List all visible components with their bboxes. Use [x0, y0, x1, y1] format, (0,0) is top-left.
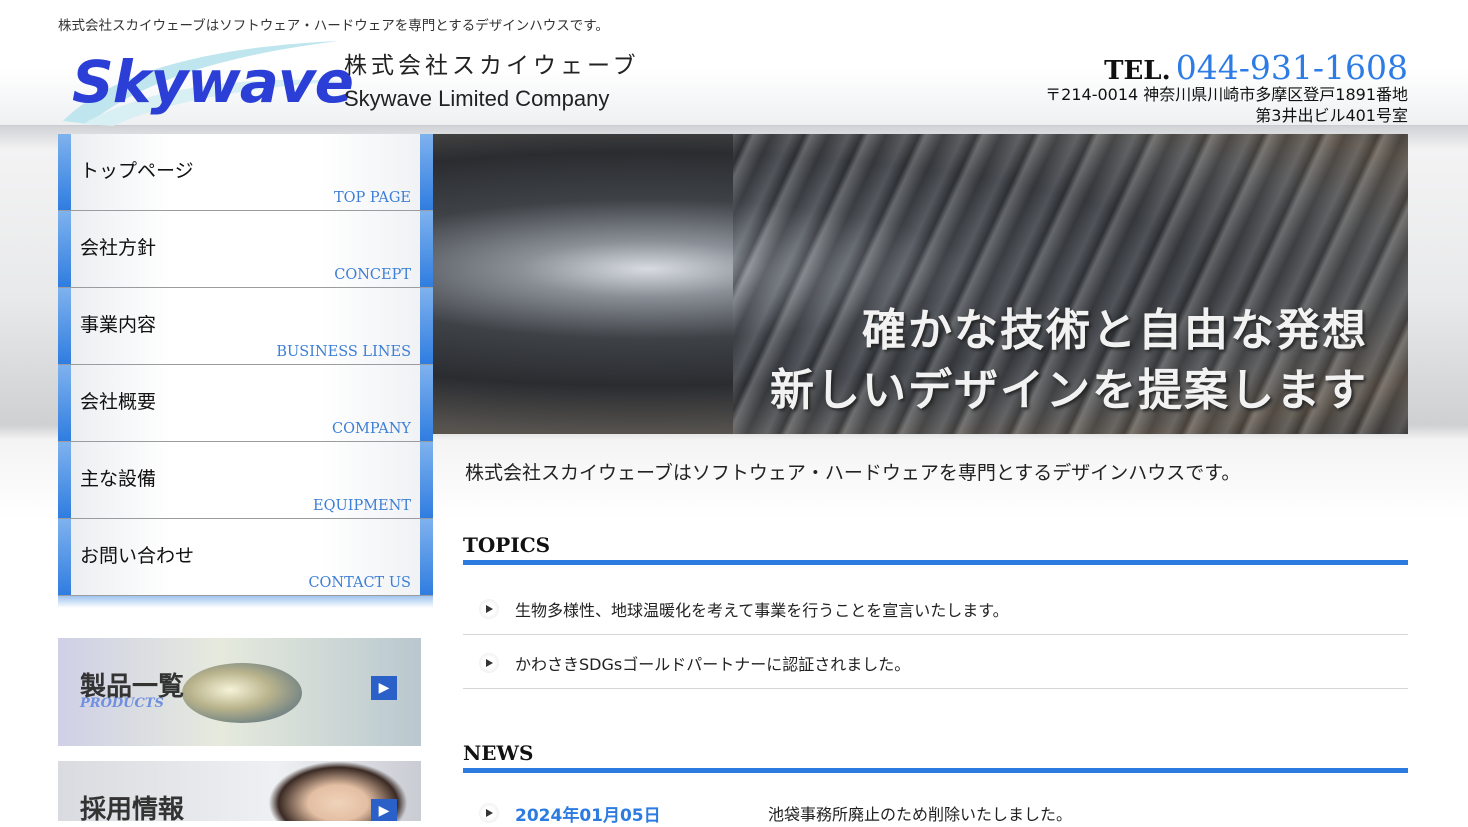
nav-bottom-shadow: [58, 596, 433, 608]
address-line-1: 〒214-0014 神奈川県川崎市多摩区登戸1891番地: [1045, 85, 1408, 104]
arrow-right-icon: ▶: [371, 799, 397, 821]
nav-label-ja: お問い合わせ: [80, 545, 195, 567]
bullet-arrow-icon: [479, 599, 499, 619]
address-line-2: 第3井出ビル401号室: [1255, 106, 1408, 125]
topics-heading: TOPICS: [463, 533, 1408, 565]
nav-label-ja: 事業内容: [80, 314, 157, 336]
nav-item-business-lines[interactable]: 事業内容 BUSINESS LINES: [58, 288, 433, 365]
nav-item-equipment[interactable]: 主な設備 EQUIPMENT: [58, 442, 433, 519]
topic-text: かわさきSDGsゴールドパートナーに認証されました。: [515, 655, 911, 674]
nav-label-en: BUSINESS LINES: [276, 344, 411, 360]
intro-text: 株式会社スカイウェーブはソフトウェア・ハードウェアを専門とするデザインハウスです…: [465, 462, 1241, 484]
tel-number[interactable]: 044-931-1608: [1176, 48, 1408, 87]
hero-headline-1: 確かな技術と自由な発想: [862, 305, 1368, 356]
nav-item-concept[interactable]: 会社方針 CONCEPT: [58, 211, 433, 288]
nav-label-ja: 会社概要: [80, 391, 157, 413]
arrow-right-icon: ▶: [371, 676, 397, 700]
company-name-en: Skywave Limited Company: [344, 86, 610, 111]
hero-image: 確かな技術と自由な発想 新しいデザインを提案します: [433, 134, 1408, 434]
tel-label: TEL.: [1104, 56, 1171, 86]
company-logo[interactable]: Skywave: [58, 36, 354, 126]
nav-label-en: EQUIPMENT: [313, 498, 411, 514]
nav-label-ja: 主な設備: [80, 468, 157, 490]
nav-label-en: CONTACT US: [308, 575, 411, 591]
nav-label-ja: 会社方針: [80, 237, 157, 259]
side-navigation: トップページ TOP PAGE 会社方針 CONCEPT 事業内容 BUSINE…: [58, 134, 433, 608]
bullet-arrow-icon: [479, 653, 499, 673]
news-text: 池袋事務所廃止のため削除いたしました。: [768, 805, 1073, 824]
topic-item[interactable]: かわさきSDGsゴールドパートナーに認証されました。: [463, 635, 1408, 689]
nav-label-en: CONCEPT: [334, 267, 411, 283]
news-item[interactable]: 2024年01月05日 池袋事務所廃止のため削除いたしました。: [463, 797, 1408, 827]
nav-label-ja: トップページ: [80, 160, 194, 182]
bullet-arrow-icon: [479, 803, 499, 823]
address-block: 〒214-0014 神奈川県川崎市多摩区登戸1891番地 第3井出ビル401号室: [1045, 84, 1408, 126]
recruit-banner[interactable]: 採用情報 ▶: [58, 761, 421, 821]
topic-text: 生物多様性、地球温暖化を考えて事業を行うことを宣言いたします。: [515, 601, 1009, 620]
recruit-banner-title: 採用情報: [80, 795, 185, 821]
site-tagline: 株式会社スカイウェーブはソフトウェア・ハードウェアを専門とするデザインハウスです…: [58, 18, 609, 34]
nav-label-en: TOP PAGE: [334, 190, 411, 206]
news-date: 2024年01月05日: [515, 806, 661, 826]
phone-block: TEL. 044-931-1608: [1104, 48, 1408, 87]
hero-headline-2: 新しいデザインを提案します: [770, 365, 1368, 416]
nav-item-company[interactable]: 会社概要 COMPANY: [58, 365, 433, 442]
topic-item[interactable]: 生物多様性、地球温暖化を考えて事業を行うことを宣言いたします。: [463, 581, 1408, 635]
nav-item-contact-us[interactable]: お問い合わせ CONTACT US: [58, 519, 433, 596]
nav-item-top-page[interactable]: トップページ TOP PAGE: [58, 134, 433, 211]
products-banner-subtitle: PRODUCTS: [80, 696, 164, 711]
company-name-ja: 株式会社スカイウェーブ: [344, 53, 640, 79]
globe-image: [182, 663, 302, 723]
logo-wordmark: Skywave: [72, 48, 354, 116]
nav-label-en: COMPANY: [332, 421, 411, 437]
news-heading: NEWS: [463, 741, 1408, 773]
products-banner[interactable]: 製品一覧 PRODUCTS ▶: [58, 638, 421, 746]
